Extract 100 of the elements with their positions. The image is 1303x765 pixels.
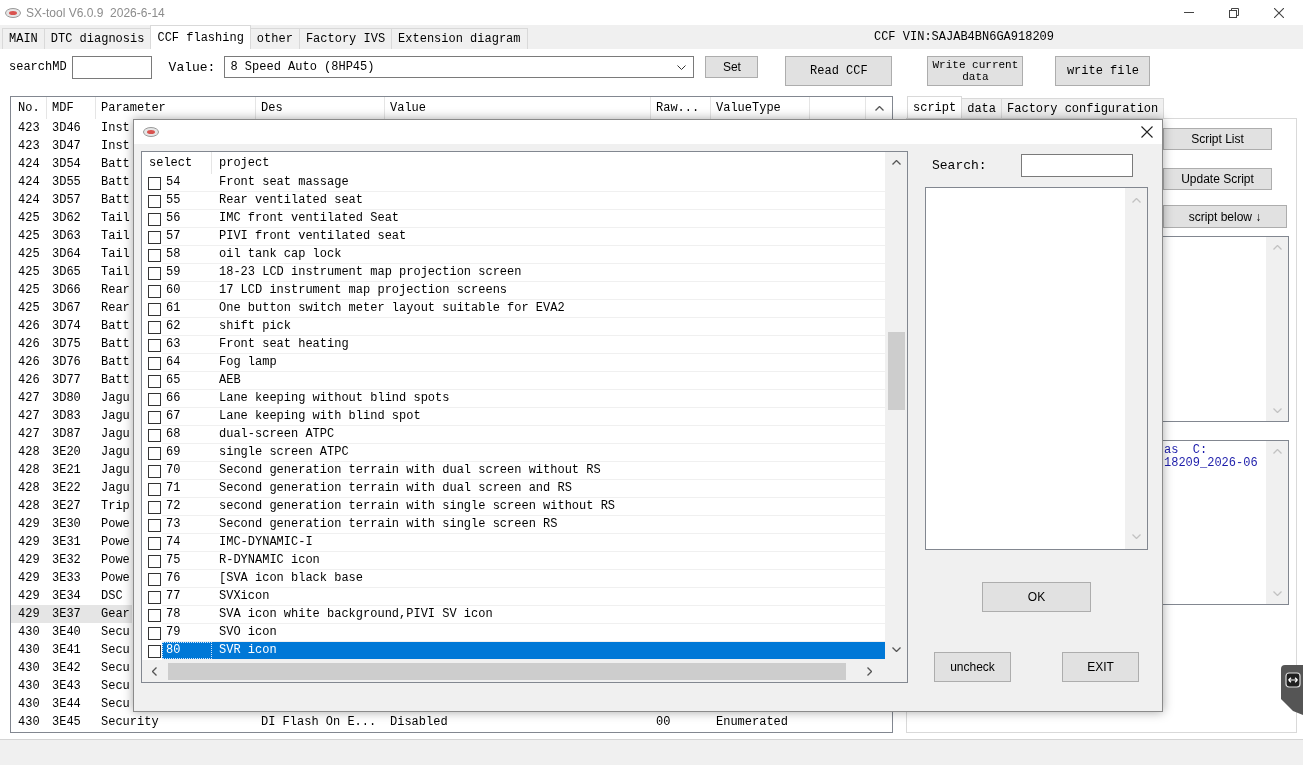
toolbar-button[interactable]: Write current data xyxy=(927,56,1024,86)
checkbox[interactable] xyxy=(148,284,161,298)
checkbox[interactable] xyxy=(148,266,161,280)
table-row[interactable]: 429 3E34 DSC xyxy=(11,587,125,605)
set-button[interactable]: Set xyxy=(705,56,759,78)
table-row[interactable]: 430 3E40 Secu xyxy=(11,623,132,641)
list-row[interactable]: 59 18-23 LCD instrument map projection screen xyxy=(142,264,885,282)
search-field[interactable] xyxy=(71,56,152,79)
table-row[interactable]: 424 3D55 Batt xyxy=(11,173,132,191)
toolbar-button[interactable]: Read CCF xyxy=(785,56,893,86)
list-row[interactable]: 64 Fog lamp xyxy=(142,354,885,372)
list-row[interactable]: 73 Second generation terrain with single screen RS xyxy=(142,516,885,534)
table-row[interactable]: 426 3D77 Batt xyxy=(11,371,132,389)
checkbox[interactable] xyxy=(148,176,161,190)
table-row[interactable]: 425 3D64 Tail xyxy=(11,245,132,263)
list-row[interactable]: 66 Lane keeping without blind spots xyxy=(142,390,885,408)
list-row[interactable]: 67 Lane keeping with blind spot xyxy=(142,408,885,426)
table-row[interactable]: 425 3D62 Tail xyxy=(11,209,132,227)
checkbox[interactable] xyxy=(148,518,161,532)
list-row[interactable]: 68 dual-screen ATPC xyxy=(142,426,885,444)
tab[interactable]: script xyxy=(907,96,963,118)
uncheck-button[interactable]: uncheck xyxy=(934,652,1011,682)
list-row[interactable]: 54 Front seat massage xyxy=(142,174,885,192)
table-row[interactable]: 428 3E27 Trip xyxy=(11,497,132,515)
scroll-up-icon[interactable] xyxy=(874,105,884,111)
checkbox[interactable] xyxy=(148,464,161,478)
table-row[interactable]: 430 3E45 Security DI Flash On E... Disabled 00 Enumerated xyxy=(11,713,790,731)
list-row[interactable]: 74 IMC-DYNAMIC-I xyxy=(142,534,885,552)
checkbox[interactable] xyxy=(148,212,161,226)
table-row[interactable]: 427 3D87 Jagu xyxy=(11,425,132,443)
scrollbar[interactable] xyxy=(885,152,907,660)
table-row[interactable]: 429 3E37 Gear xyxy=(11,605,132,623)
list-row[interactable]: 55 Rear ventilated seat xyxy=(142,192,885,210)
checkbox[interactable] xyxy=(148,230,161,244)
table-row[interactable]: 428 3E22 Jagu xyxy=(11,479,132,497)
table-row[interactable]: 427 3D80 Jagu xyxy=(11,389,132,407)
list-row[interactable]: 76 [SVA icon black base xyxy=(142,570,885,588)
table-row[interactable]: 425 3D65 Tail xyxy=(11,263,132,281)
list-row[interactable]: 63 Front seat heating xyxy=(142,336,885,354)
list-row[interactable]: 78 SVA icon white background,PIVI SV icon xyxy=(142,606,885,624)
checkbox[interactable] xyxy=(148,194,161,208)
checkbox[interactable] xyxy=(148,320,161,334)
list-row[interactable]: 77 SVXicon xyxy=(142,588,885,606)
table-row[interactable]: 425 3D66 Rear xyxy=(11,281,132,299)
checkbox[interactable] xyxy=(148,374,161,388)
checkbox[interactable] xyxy=(148,500,161,514)
scrollbar[interactable] xyxy=(142,660,885,682)
exit-button[interactable]: EXIT xyxy=(1062,652,1139,682)
close-icon[interactable] xyxy=(1274,7,1284,18)
tab[interactable]: Extension diagram xyxy=(391,28,528,49)
scroll-down-icon[interactable] xyxy=(891,647,901,652)
scroll-up-icon[interactable] xyxy=(891,160,901,165)
list-row[interactable]: 65 AEB xyxy=(142,372,885,390)
column-header[interactable]: project xyxy=(219,156,270,170)
list-row[interactable]: 71 Second generation terrain with dual screen and RS xyxy=(142,480,885,498)
table-row[interactable]: 425 3D67 Rear xyxy=(11,299,132,317)
list-row[interactable]: 72 second generation terrain with single screen without RS xyxy=(142,498,885,516)
table-row[interactable]: 427 3D83 Jagu xyxy=(11,407,132,425)
close-icon[interactable] xyxy=(1141,126,1153,138)
checkbox[interactable] xyxy=(148,608,161,622)
checkbox[interactable] xyxy=(148,248,161,262)
list-row[interactable]: 58 oil tank cap lock xyxy=(142,246,885,264)
search-field[interactable] xyxy=(1021,154,1133,177)
toolbar-button[interactable]: write file xyxy=(1055,56,1151,86)
list-row[interactable]: 79 SVO icon xyxy=(142,624,885,642)
checkbox[interactable] xyxy=(148,392,161,406)
column-header[interactable]: MDF xyxy=(52,101,74,115)
table-row[interactable]: 429 3E31 Powe xyxy=(11,533,132,551)
arrows-tab-icon[interactable] xyxy=(1279,665,1303,715)
table-row[interactable]: 429 3E33 Powe xyxy=(11,569,132,587)
list-row[interactable]: 80 SVR icon xyxy=(142,642,885,660)
panel-button[interactable]: script below ↓ xyxy=(1163,205,1287,228)
table-row[interactable]: 426 3D76 Batt xyxy=(11,353,132,371)
tab[interactable]: Factory configuration xyxy=(1001,98,1165,118)
table-row[interactable]: 429 3E32 Powe xyxy=(11,551,132,569)
table-row[interactable]: 424 3D57 Batt xyxy=(11,191,132,209)
checkbox[interactable] xyxy=(148,536,161,550)
table-row[interactable]: 430 3E42 Secu xyxy=(11,659,132,677)
scrollbar-thumb[interactable] xyxy=(168,662,846,680)
table-row[interactable]: 429 3E30 Powe xyxy=(11,515,132,533)
value-dropdown[interactable]: 8 Speed Auto (8HP45) xyxy=(224,56,695,78)
table-row[interactable]: 430 3E43 Secu xyxy=(11,677,132,695)
column-header[interactable]: Value xyxy=(390,101,426,115)
scrollbar-thumb[interactable] xyxy=(887,332,905,410)
tab[interactable]: MAIN xyxy=(2,28,45,49)
table-row[interactable]: 424 3D54 Batt xyxy=(11,155,132,173)
checkbox[interactable] xyxy=(148,410,161,424)
panel-button[interactable]: Script List xyxy=(1163,128,1272,150)
list-row[interactable]: 57 PIVI front ventilated seat xyxy=(142,228,885,246)
list-row[interactable]: 69 single screen ATPC xyxy=(142,444,885,462)
column-header[interactable]: Raw... xyxy=(656,101,700,115)
list-row[interactable]: 56 IMC front ventilated Seat xyxy=(142,210,885,228)
log-text-area[interactable]: as C: 18209_2026-06 xyxy=(1163,440,1289,605)
list-row[interactable]: 62 shift pick xyxy=(142,318,885,336)
list-row[interactable]: 70 Second generation terrain with dual screen without RS xyxy=(142,462,885,480)
table-row[interactable]: 430 3E41 Secu xyxy=(11,641,132,659)
table-row[interactable]: 425 3D63 Tail xyxy=(11,227,132,245)
list-row[interactable]: 75 R-DYNAMIC icon xyxy=(142,552,885,570)
table-row[interactable]: 430 3E44 Secu xyxy=(11,695,132,713)
panel-button[interactable]: Update Script xyxy=(1163,168,1272,190)
